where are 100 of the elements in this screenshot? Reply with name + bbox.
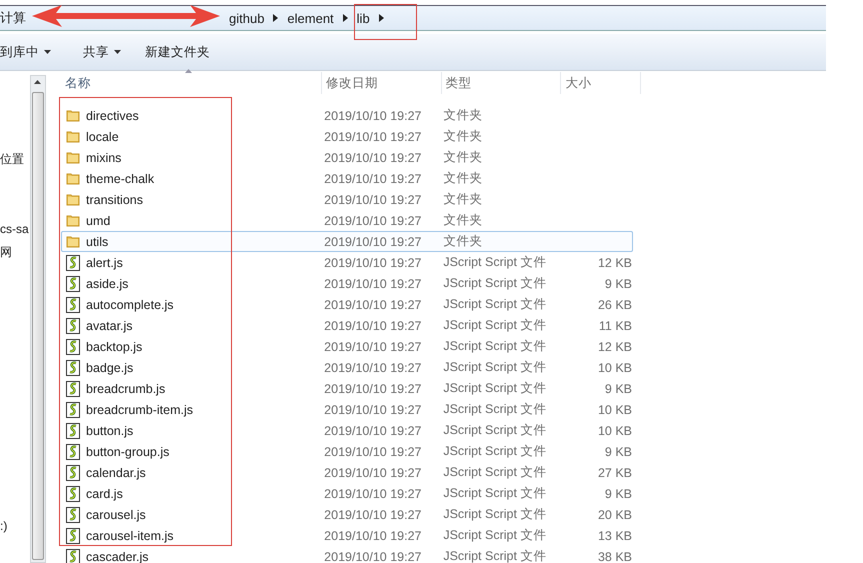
file-row[interactable]: utils 2019/10/10 19:27 文件夹 xyxy=(61,231,633,252)
folder-icon xyxy=(66,130,80,143)
chevron-icon[interactable] xyxy=(273,14,278,22)
column-header[interactable]: 大小 xyxy=(561,72,641,94)
file-name: aside.js xyxy=(86,276,128,290)
size-cell: 10 KB xyxy=(598,360,632,374)
nav-item[interactable]: :) xyxy=(0,519,8,533)
date-cell: 2019/10/10 19:27 xyxy=(324,130,422,144)
date-cell: 2019/10/10 19:27 xyxy=(324,486,422,500)
size-cell: 9 KB xyxy=(604,276,632,290)
file-name: alert.js xyxy=(86,256,123,270)
toolbar-button[interactable]: 共享 xyxy=(78,42,126,62)
date-cell: 2019/10/10 19:27 xyxy=(324,192,422,206)
type-cell: 文件夹 xyxy=(443,150,482,164)
size-cell: 12 KB xyxy=(598,256,632,270)
breadcrumb-segment[interactable]: lib xyxy=(356,10,370,26)
type-cell: JScript Script 文件 xyxy=(443,360,546,374)
file-row[interactable]: theme-chalk 2019/10/10 19:27 文件夹 xyxy=(61,168,633,189)
type-cell: 文件夹 xyxy=(443,234,482,248)
breadcrumb-segment[interactable]: 计算 xyxy=(0,9,26,27)
file-name: breadcrumb.js xyxy=(86,382,166,396)
file-row[interactable]: breadcrumb-item.js 2019/10/10 19:27 JScript Script 文件 10 KB xyxy=(61,399,633,420)
file-row[interactable]: alert.js 2019/10/10 19:27 JScript Script 文件 12 KB xyxy=(61,252,633,273)
file-row[interactable]: carousel.js 2019/10/10 19:27 JScript Script 文件 20 KB xyxy=(61,504,633,525)
date-cell: 2019/10/10 19:27 xyxy=(324,276,422,290)
file-row[interactable]: backtop.js 2019/10/10 19:27 JScript Script 文件 12 KB xyxy=(61,336,633,357)
date-cell: 2019/10/10 19:27 xyxy=(324,550,422,563)
type-cell: 文件夹 xyxy=(443,192,482,206)
file-row[interactable]: carousel-item.js 2019/10/10 19:27 JScript Script 文件 13 KB xyxy=(61,525,633,546)
script-file-icon xyxy=(66,338,80,354)
script-file-icon xyxy=(66,296,80,312)
file-row[interactable]: card.js 2019/10/10 19:27 JScript Script 文件 9 KB xyxy=(61,483,633,504)
chevron-icon[interactable] xyxy=(342,14,348,22)
file-row[interactable]: calendar.js 2019/10/10 19:27 JScript Script 文件 27 KB xyxy=(61,462,633,483)
scroll-up-icon[interactable] xyxy=(34,80,41,84)
file-row[interactable]: locale 2019/10/10 19:27 文件夹 xyxy=(61,126,633,147)
date-cell: 2019/10/10 19:27 xyxy=(324,108,422,122)
size-cell: 11 KB xyxy=(598,318,632,332)
type-cell: JScript Script 文件 xyxy=(443,339,546,353)
file-row[interactable]: cascader.js 2019/10/10 19:27 JScript Script 文件 38 KB xyxy=(61,546,633,563)
file-name: badge.js xyxy=(86,360,134,374)
size-cell: 9 KB xyxy=(604,486,632,500)
column-header[interactable]: 类型 xyxy=(442,72,562,94)
date-cell: 2019/10/10 19:27 xyxy=(324,424,422,438)
file-row[interactable]: button-group.js 2019/10/10 19:27 JScript Script 文件 9 KB xyxy=(61,441,633,462)
file-name: transitions xyxy=(86,192,143,206)
date-cell: 2019/10/10 19:27 xyxy=(324,234,422,248)
column-header[interactable]: 修改日期 xyxy=(322,72,442,94)
file-name: utils xyxy=(86,234,108,248)
file-row[interactable]: directives 2019/10/10 19:27 文件夹 xyxy=(61,105,633,126)
chevron-icon[interactable] xyxy=(378,14,384,22)
folder-icon xyxy=(66,235,80,248)
breadcrumb-segment[interactable]: github xyxy=(229,10,264,26)
type-cell: JScript Script 文件 xyxy=(443,402,546,416)
file-name: calendar.js xyxy=(86,466,146,480)
date-cell: 2019/10/10 19:27 xyxy=(324,318,422,332)
size-cell: 9 KB xyxy=(604,382,632,396)
type-cell: JScript Script 文件 xyxy=(443,528,546,542)
file-row[interactable]: autocomplete.js 2019/10/10 19:27 JScript Script 文件 26 KB xyxy=(61,294,633,315)
file-row[interactable]: transitions 2019/10/10 19:27 文件夹 xyxy=(61,189,633,210)
file-name: locale xyxy=(86,130,119,144)
date-cell: 2019/10/10 19:27 xyxy=(324,444,422,458)
date-cell: 2019/10/10 19:27 xyxy=(324,340,422,354)
type-cell: JScript Script 文件 xyxy=(443,297,546,311)
address-bar[interactable]: 计算 github element lib xyxy=(0,5,826,31)
file-row[interactable]: breadcrumb.js 2019/10/10 19:27 JScript Script 文件 9 KB xyxy=(61,378,633,399)
file-row[interactable]: badge.js 2019/10/10 19:27 JScript Script 文件 10 KB xyxy=(61,357,633,378)
file-name: directives xyxy=(86,108,139,122)
file-row[interactable]: button.js 2019/10/10 19:27 JScript Script 文件 10 KB xyxy=(61,420,633,441)
nav-item[interactable]: 位置 xyxy=(0,151,24,168)
script-file-icon xyxy=(66,444,80,460)
date-cell: 2019/10/10 19:27 xyxy=(324,508,422,522)
type-cell: JScript Script 文件 xyxy=(443,444,546,458)
toolbar-button[interactable]: 新建文件夹 xyxy=(140,42,215,62)
file-name: carousel.js xyxy=(86,508,146,522)
script-file-icon xyxy=(66,276,80,292)
breadcrumb-segment[interactable]: element xyxy=(287,10,334,26)
nav-item[interactable]: cs-sa xyxy=(0,222,29,236)
file-name: backtop.js xyxy=(86,340,142,354)
toolbar-button[interactable]: 到库中 xyxy=(0,42,56,62)
type-cell: JScript Script 文件 xyxy=(443,507,546,521)
sort-icon xyxy=(185,69,192,73)
file-row[interactable]: mixins 2019/10/10 19:27 文件夹 xyxy=(61,147,633,168)
script-file-icon xyxy=(66,360,80,376)
date-cell: 2019/10/10 19:27 xyxy=(324,150,422,164)
file-name: avatar.js xyxy=(86,318,133,332)
script-file-icon xyxy=(66,422,80,438)
file-row[interactable]: avatar.js 2019/10/10 19:27 JScript Script 文件 11 KB xyxy=(61,315,633,336)
file-name: autocomplete.js xyxy=(86,298,174,312)
file-name: theme-chalk xyxy=(86,172,154,186)
scrollbar[interactable] xyxy=(30,75,46,563)
script-file-icon xyxy=(66,254,80,270)
nav-item[interactable]: 网 xyxy=(0,244,12,261)
folder-icon xyxy=(66,109,80,122)
file-row[interactable]: umd 2019/10/10 19:27 文件夹 xyxy=(61,210,633,231)
date-cell: 2019/10/10 19:27 xyxy=(324,172,422,186)
highlight-rectangle xyxy=(354,4,417,40)
size-cell: 12 KB xyxy=(598,340,632,354)
file-row[interactable]: aside.js 2019/10/10 19:27 JScript Script 文件 9 KB xyxy=(61,273,633,294)
date-cell: 2019/10/10 19:27 xyxy=(324,256,422,270)
